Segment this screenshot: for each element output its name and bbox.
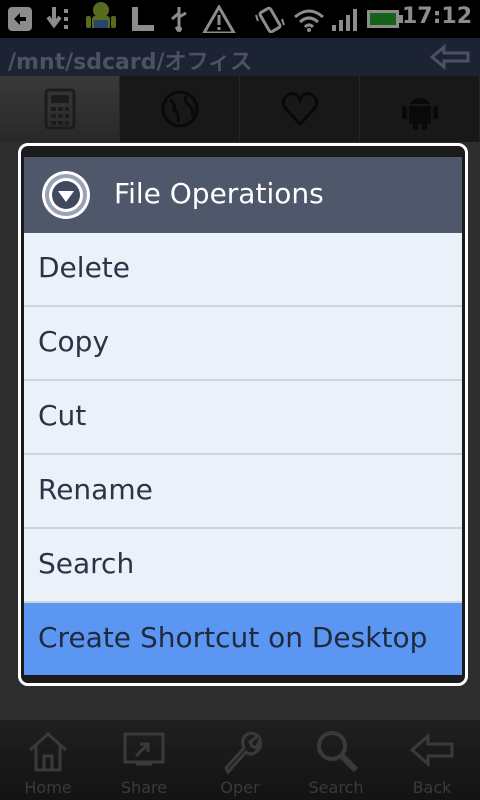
menu-item-label: Delete: [38, 251, 130, 284]
operations-menu: Delete Copy Cut Rename Search Create Sho…: [24, 233, 462, 675]
dropdown-circle-icon: [42, 171, 90, 219]
menu-item-label: Copy: [38, 325, 110, 358]
menu-item-label: Search: [38, 547, 135, 580]
menu-item-rename[interactable]: Rename: [24, 455, 462, 529]
menu-item-copy[interactable]: Copy: [24, 307, 462, 381]
menu-item-cut[interactable]: Cut: [24, 381, 462, 455]
file-operations-dialog: File Operations Delete Copy Cut Rename S…: [18, 143, 468, 686]
menu-item-label: Create Shortcut on Desktop: [38, 621, 428, 654]
menu-item-label: Cut: [38, 399, 87, 432]
dialog-title: File Operations: [114, 177, 324, 210]
menu-item-search[interactable]: Search: [24, 529, 462, 603]
menu-item-label: Rename: [38, 473, 153, 506]
menu-item-delete[interactable]: Delete: [24, 233, 462, 307]
dialog-header: File Operations: [24, 157, 462, 233]
menu-item-create-shortcut[interactable]: Create Shortcut on Desktop: [24, 603, 462, 675]
